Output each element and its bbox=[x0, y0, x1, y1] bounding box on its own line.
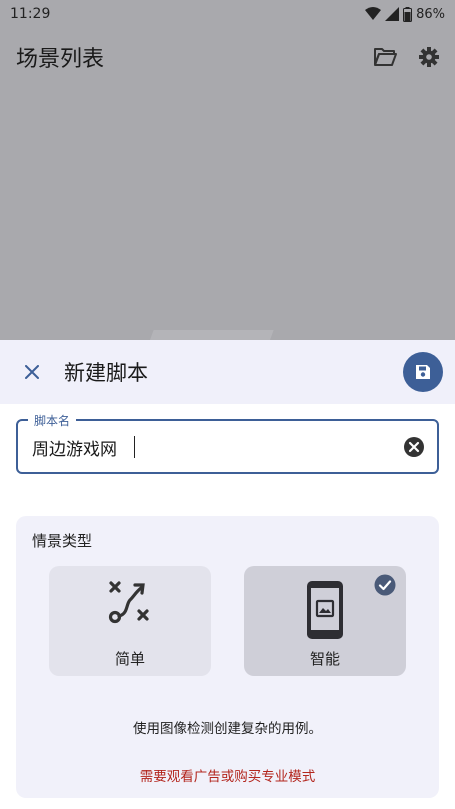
page-title: 场景列表 bbox=[16, 47, 105, 72]
route-icon bbox=[108, 581, 149, 624]
option-smart[interactable]: 智能 bbox=[244, 566, 406, 676]
option-smart-label: 智能 bbox=[309, 650, 340, 668]
smartphone-image-icon bbox=[307, 581, 343, 639]
sheet-title: 新建脚本 bbox=[64, 361, 148, 385]
status-time: 11:29 bbox=[10, 6, 51, 22]
close-icon bbox=[25, 365, 39, 379]
option-simple[interactable]: 简单 bbox=[49, 566, 211, 676]
text-cursor bbox=[134, 436, 135, 458]
new-script-sheet: 新建脚本 脚本名 情景类型 bbox=[0, 340, 455, 809]
signal-icon bbox=[385, 7, 400, 21]
scenario-type-card: 情景类型 简单 智能 使用图像检测创建复杂的用例。 需要观看广告或购买专业模式 bbox=[16, 516, 439, 798]
clear-icon[interactable] bbox=[403, 436, 425, 458]
folder-open-icon[interactable] bbox=[373, 47, 397, 67]
battery-icon bbox=[403, 6, 413, 22]
script-name-field[interactable]: 脚本名 bbox=[16, 412, 439, 474]
pro-warning: 需要观看广告或购买专业模式 bbox=[139, 769, 316, 785]
sheet-header: 新建脚本 bbox=[0, 340, 455, 404]
battery-percent: 86% bbox=[416, 6, 445, 22]
app-bar: 场景列表 bbox=[0, 28, 455, 86]
scenario-description: 使用图像检测创建复杂的用例。 bbox=[133, 721, 322, 737]
option-simple-label: 简单 bbox=[114, 650, 145, 668]
script-name-label: 脚本名 bbox=[28, 412, 77, 429]
check-circle-icon bbox=[374, 574, 396, 596]
wifi-icon bbox=[365, 7, 382, 20]
save-icon bbox=[416, 365, 430, 379]
save-button[interactable] bbox=[403, 352, 443, 392]
script-name-input[interactable] bbox=[32, 433, 382, 461]
scenario-type-title: 情景类型 bbox=[32, 532, 93, 550]
status-bar: 11:29 86% bbox=[0, 0, 455, 28]
gear-icon[interactable] bbox=[419, 47, 439, 67]
close-button[interactable] bbox=[16, 356, 48, 388]
